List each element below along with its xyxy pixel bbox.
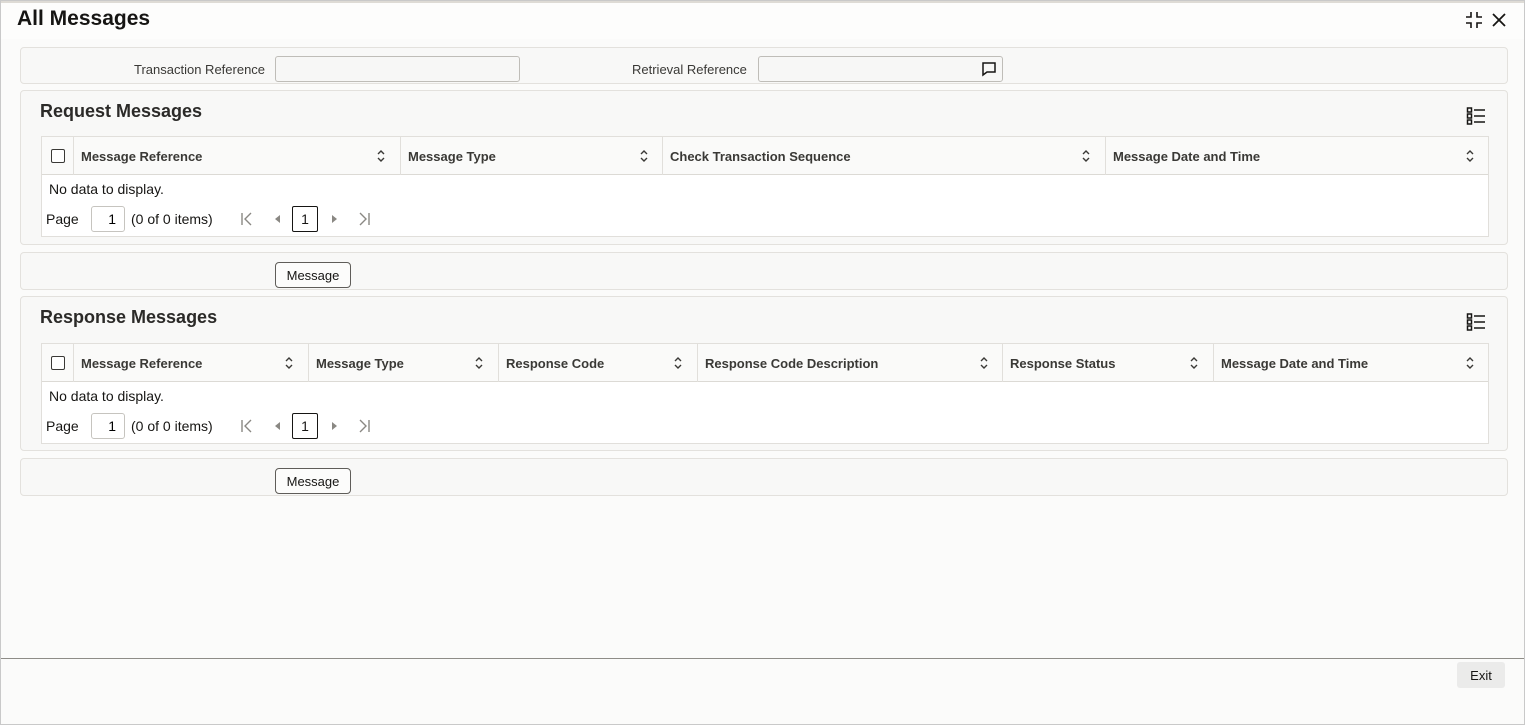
sort-icon[interactable] [1189, 356, 1199, 370]
column-header-label: Message Reference [81, 355, 203, 371]
column-header-label: Message Type [408, 148, 496, 164]
first-page-icon[interactable] [239, 211, 255, 227]
table-header: Message Reference Message Type Response … [42, 344, 1488, 382]
column-header[interactable]: Response Status [1003, 344, 1214, 382]
last-page-icon[interactable] [356, 211, 372, 227]
column-header-label: Message Date and Time [1221, 355, 1369, 371]
table-header: Message Reference Message Type Check Tra… [42, 137, 1488, 175]
sort-icon[interactable] [673, 356, 683, 370]
request-actions-panel: Message [20, 252, 1508, 290]
column-header-label: Response Status [1010, 355, 1116, 371]
pagination: Page (0 of 0 items) 1 [46, 205, 446, 233]
sort-icon[interactable] [639, 149, 649, 163]
column-header[interactable]: Check Transaction Sequence [663, 137, 1106, 175]
previous-page-icon[interactable] [270, 418, 286, 434]
page-item-count: (0 of 0 items) [131, 418, 213, 434]
sort-icon[interactable] [284, 356, 294, 370]
message-icon[interactable] [980, 60, 998, 78]
request-messages-table: Message Reference Message Type Check Tra… [41, 136, 1489, 237]
response-actions-panel: Message [20, 458, 1508, 496]
footer-divider [1, 658, 1524, 659]
select-all-cell [42, 137, 74, 175]
select-all-checkbox[interactable] [51, 149, 65, 163]
column-header[interactable]: Message Date and Time [1214, 344, 1490, 382]
sort-icon[interactable] [1465, 149, 1475, 163]
retrieval-reference-input[interactable] [758, 56, 1003, 82]
filter-panel: Transaction Reference Retrieval Referenc… [20, 47, 1508, 84]
page-label: Page [46, 418, 79, 434]
first-page-icon[interactable] [239, 418, 255, 434]
last-page-icon[interactable] [356, 418, 372, 434]
response-messages-panel: Response Messages Message Reference Mess… [20, 296, 1508, 451]
no-data-message: No data to display. [49, 181, 164, 197]
column-header-label: Message Type [316, 355, 404, 371]
column-header-label: Response Code [506, 355, 605, 371]
previous-page-icon[interactable] [270, 211, 286, 227]
page-number-input[interactable] [91, 206, 125, 232]
column-header[interactable]: Message Reference [74, 137, 401, 175]
transaction-reference-input[interactable] [275, 56, 520, 82]
response-messages-title: Response Messages [40, 307, 218, 327]
column-header[interactable]: Message Type [309, 344, 499, 382]
restore-icon[interactable] [1463, 9, 1485, 31]
response-messages-table: Message Reference Message Type Response … [41, 343, 1489, 444]
pagination: Page (0 of 0 items) 1 [46, 412, 446, 440]
select-all-cell [42, 344, 74, 382]
transaction-reference-label: Transaction Reference [134, 62, 266, 77]
column-header[interactable]: Response Code Description [698, 344, 1003, 382]
title-bar: All Messages [1, 1, 1524, 39]
all-messages-window: All Messages Transaction Reference Retri… [0, 0, 1525, 725]
request-messages-title: Request Messages [40, 101, 203, 121]
page-number-input[interactable] [91, 413, 125, 439]
select-all-checkbox[interactable] [51, 356, 65, 370]
no-data-message: No data to display. [49, 388, 164, 404]
column-header[interactable]: Message Date and Time [1106, 137, 1490, 175]
column-header-label: Message Reference [81, 148, 203, 164]
current-page-button[interactable]: 1 [292, 206, 318, 232]
current-page-button[interactable]: 1 [292, 413, 318, 439]
request-message-button[interactable]: Message [275, 262, 351, 288]
request-messages-panel: Request Messages Message Reference Messa… [20, 90, 1508, 245]
column-header-label: Response Code Description [705, 355, 879, 371]
column-list-icon[interactable] [1466, 106, 1486, 126]
column-header-label: Message Date and Time [1113, 148, 1261, 164]
next-page-icon[interactable] [326, 418, 342, 434]
sort-icon[interactable] [979, 356, 989, 370]
window-title: All Messages [17, 7, 151, 30]
exit-button[interactable]: Exit [1457, 662, 1505, 688]
page-label: Page [46, 211, 79, 227]
sort-icon[interactable] [474, 356, 484, 370]
sort-icon[interactable] [376, 149, 386, 163]
column-header-label: Check Transaction Sequence [670, 148, 851, 164]
page-item-count: (0 of 0 items) [131, 211, 213, 227]
retrieval-reference-label: Retrieval Reference [632, 62, 747, 77]
title-bar-accent [1, 1, 1524, 3]
response-message-button[interactable]: Message [275, 468, 351, 494]
column-header[interactable]: Response Code [499, 344, 698, 382]
sort-icon[interactable] [1465, 356, 1475, 370]
column-header[interactable]: Message Type [401, 137, 663, 175]
column-header[interactable]: Message Reference [74, 344, 309, 382]
sort-icon[interactable] [1081, 149, 1091, 163]
column-list-icon[interactable] [1466, 312, 1486, 332]
close-icon[interactable] [1488, 9, 1510, 31]
next-page-icon[interactable] [326, 211, 342, 227]
